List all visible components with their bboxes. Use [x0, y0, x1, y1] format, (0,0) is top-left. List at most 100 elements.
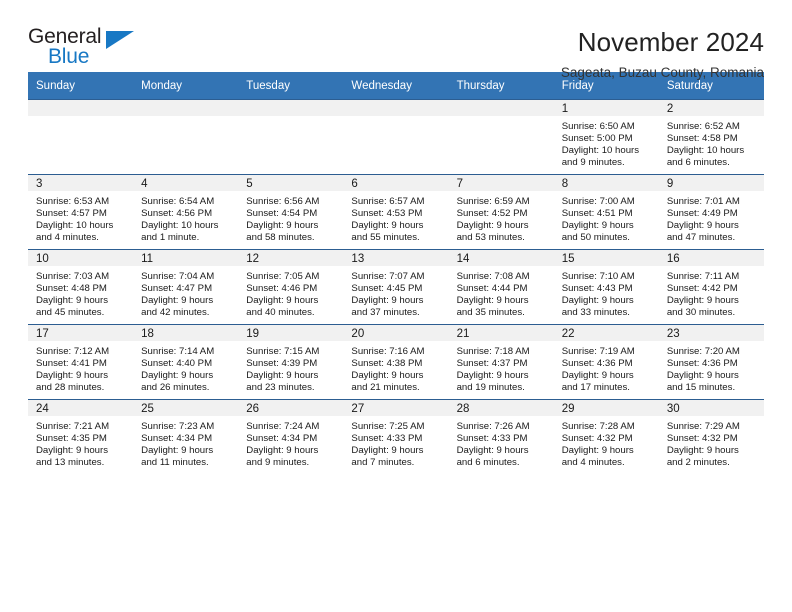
daylight-duration-line2: and 35 minutes. [456, 306, 525, 318]
calendar-day-cell[interactable]: 25 Sunrise: 7:23 AM Sunset: 4:34 PM Dayligh… [133, 399, 239, 474]
daylight-duration-line1: Daylight: 9 hours [36, 444, 108, 456]
day-details: Sunrise: 6:52 AM Sunset: 4:58 PM Daylight:… [659, 116, 764, 169]
sunrise-time: Sunrise: 7:07 AM [351, 271, 425, 282]
calendar-day-cell[interactable]: 4 Sunrise: 6:54 AM Sunset: 4:56 PM Daylight… [133, 174, 239, 250]
sunrise-time: Sunrise: 7:12 AM [36, 346, 110, 357]
day-number: 23 [658, 325, 764, 341]
calendar-day-cell[interactable]: 29 Sunrise: 7:28 AM Sunset: 4:32 PM Dayligh… [553, 399, 659, 474]
page-header: General Blue November 2024 Sageata, Buza… [28, 0, 764, 80]
day-number: 21 [448, 325, 554, 341]
day-number: 27 [343, 400, 449, 416]
calendar-day-cell[interactable]: 8 Sunrise: 7:00 AM Sunset: 4:51 PM Daylight… [553, 174, 659, 250]
day-number: 8 [553, 175, 659, 191]
daylight-duration-line2: and 47 minutes. [666, 231, 736, 243]
calendar-day-cell[interactable]: 23 Sunrise: 7:20 AM Sunset: 4:36 PM Dayligh… [658, 324, 764, 400]
calendar-day-cell[interactable]: 11 Sunrise: 7:04 AM Sunset: 4:47 PM Dayligh… [133, 249, 239, 325]
day-number: 25 [133, 400, 239, 416]
sunrise-time: Sunrise: 7:28 AM [561, 421, 635, 432]
sunrise-time: Sunrise: 7:10 AM [561, 271, 635, 282]
day-number: 16 [658, 250, 764, 266]
day-details: Sunrise: 6:56 AM Sunset: 4:54 PM Daylight:… [238, 191, 343, 244]
daylight-duration-line1: Daylight: 9 hours [561, 369, 634, 381]
day-details: Sunrise: 7:11 AM Sunset: 4:42 PM Daylight:… [659, 266, 764, 319]
calendar-day-cell[interactable]: 9 Sunrise: 7:01 AM Sunset: 4:49 PM Daylight… [658, 174, 764, 250]
calendar-day-cell[interactable]: 1 Sunrise: 6:50 AM Sunset: 5:00 PM Daylight… [553, 99, 659, 175]
daylight-duration-line1: Daylight: 9 hours [561, 294, 634, 306]
sunrise-time: Sunrise: 7:18 AM [456, 346, 530, 357]
sunset-time: Sunset: 4:49 PM [666, 207, 738, 219]
sunset-time: Sunset: 4:42 PM [666, 282, 738, 294]
daylight-duration-line1: Daylight: 9 hours [666, 369, 739, 381]
calendar-day-cell[interactable]: 5 Sunrise: 6:56 AM Sunset: 4:54 PM Daylight… [238, 174, 344, 250]
day-number: 24 [28, 400, 134, 416]
day-number: 10 [28, 250, 134, 266]
day-number: 14 [448, 250, 554, 266]
calendar-day-cell[interactable]: 26 Sunrise: 7:24 AM Sunset: 4:34 PM Dayligh… [238, 399, 344, 474]
daylight-duration-line2: and 19 minutes. [456, 381, 525, 393]
daylight-duration-line1: Daylight: 9 hours [456, 369, 529, 381]
sunrise-time: Sunrise: 7:23 AM [141, 421, 215, 432]
sunrise-time: Sunrise: 7:08 AM [456, 271, 530, 282]
day-number: 7 [448, 175, 554, 191]
calendar-day-cell[interactable]: 18 Sunrise: 7:14 AM Sunset: 4:40 PM Dayligh… [133, 324, 239, 400]
calendar-page: General Blue November 2024 Sageata, Buza… [0, 0, 792, 612]
calendar-day-cell[interactable]: 2 Sunrise: 6:52 AM Sunset: 4:58 PM Daylight… [658, 99, 764, 175]
logo-text-general: General [28, 25, 102, 48]
daylight-duration-line1: Daylight: 9 hours [141, 369, 214, 381]
sunset-time: Sunset: 4:32 PM [561, 432, 633, 444]
weekday-header-wednesday: Wednesday [343, 72, 449, 100]
day-details: Sunrise: 7:05 AM Sunset: 4:46 PM Daylight:… [238, 266, 343, 319]
calendar-cell-empty [343, 99, 449, 175]
calendar-day-cell[interactable]: 30 Sunrise: 7:29 AM Sunset: 4:32 PM Dayligh… [658, 399, 764, 474]
daylight-duration-line2: and 53 minutes. [456, 231, 525, 243]
sunrise-time: Sunrise: 6:54 AM [141, 196, 215, 207]
sunset-time: Sunset: 4:56 PM [141, 207, 213, 219]
sunrise-time: Sunrise: 6:53 AM [36, 196, 110, 207]
calendar-day-cell[interactable]: 27 Sunrise: 7:25 AM Sunset: 4:33 PM Dayligh… [343, 399, 449, 474]
day-details: Sunrise: 7:04 AM Sunset: 4:47 PM Daylight:… [133, 266, 238, 319]
calendar-day-cell[interactable]: 28 Sunrise: 7:26 AM Sunset: 4:33 PM Dayligh… [448, 399, 554, 474]
sunset-time: Sunset: 4:34 PM [141, 432, 213, 444]
calendar-day-cell[interactable]: 10 Sunrise: 7:03 AM Sunset: 4:48 PM Dayligh… [28, 249, 134, 325]
day-details: Sunrise: 7:07 AM Sunset: 4:45 PM Daylight:… [343, 266, 448, 319]
day-number: 1 [553, 100, 659, 116]
daylight-duration-line1: Daylight: 9 hours [351, 219, 424, 231]
calendar-day-cell[interactable]: 7 Sunrise: 6:59 AM Sunset: 4:52 PM Daylight… [448, 174, 554, 250]
daylight-duration-line1: Daylight: 9 hours [246, 369, 319, 381]
day-details: Sunrise: 6:59 AM Sunset: 4:52 PM Daylight:… [449, 191, 554, 244]
day-number: 28 [448, 400, 554, 416]
calendar-day-cell[interactable]: 17 Sunrise: 7:12 AM Sunset: 4:41 PM Dayligh… [28, 324, 134, 400]
sunrise-time: Sunrise: 7:19 AM [561, 346, 635, 357]
daylight-duration-line1: Daylight: 9 hours [666, 294, 739, 306]
daylight-duration-line1: Daylight: 9 hours [246, 444, 319, 456]
day-number: 19 [238, 325, 344, 341]
calendar-day-cell[interactable]: 21 Sunrise: 7:18 AM Sunset: 4:37 PM Dayligh… [448, 324, 554, 400]
calendar-day-cell[interactable]: 24 Sunrise: 7:21 AM Sunset: 4:35 PM Dayligh… [28, 399, 134, 474]
sunset-time: Sunset: 4:37 PM [456, 357, 528, 369]
daylight-duration-line2: and 55 minutes. [351, 231, 420, 243]
daylight-duration-line2: and 6 minutes. [456, 456, 520, 468]
calendar-day-cell[interactable]: 16 Sunrise: 7:11 AM Sunset: 4:42 PM Dayligh… [658, 249, 764, 325]
day-number: 2 [658, 100, 764, 116]
calendar-day-cell[interactable]: 3 Sunrise: 6:53 AM Sunset: 4:57 PM Daylight… [28, 174, 134, 250]
sunrise-time: Sunrise: 7:05 AM [246, 271, 320, 282]
calendar-day-cell[interactable]: 15 Sunrise: 7:10 AM Sunset: 4:43 PM Dayligh… [553, 249, 659, 325]
general-blue-logo[interactable]: General Blue [28, 26, 148, 72]
sunrise-time: Sunrise: 7:01 AM [666, 196, 740, 207]
calendar-day-cell[interactable]: 14 Sunrise: 7:08 AM Sunset: 4:44 PM Dayligh… [448, 249, 554, 325]
calendar-day-cell[interactable]: 20 Sunrise: 7:16 AM Sunset: 4:38 PM Dayligh… [343, 324, 449, 400]
daylight-duration-line1: Daylight: 9 hours [666, 219, 739, 231]
sunrise-time: Sunrise: 6:50 AM [561, 121, 635, 132]
page-title: November 2024 [577, 27, 764, 57]
calendar-day-cell[interactable]: 19 Sunrise: 7:15 AM Sunset: 4:39 PM Dayligh… [238, 324, 344, 400]
day-number: 22 [553, 325, 659, 341]
calendar-day-cell[interactable]: 6 Sunrise: 6:57 AM Sunset: 4:53 PM Daylight… [343, 174, 449, 250]
calendar-day-cell[interactable]: 13 Sunrise: 7:07 AM Sunset: 4:45 PM Dayligh… [343, 249, 449, 325]
logo-text-blue: Blue [48, 45, 90, 68]
calendar-day-cell[interactable]: 12 Sunrise: 7:05 AM Sunset: 4:46 PM Dayligh… [238, 249, 344, 325]
daylight-duration-line1: Daylight: 9 hours [666, 444, 739, 456]
day-details: Sunrise: 7:00 AM Sunset: 4:51 PM Daylight:… [554, 191, 659, 244]
calendar-day-cell[interactable]: 22 Sunrise: 7:19 AM Sunset: 4:36 PM Dayligh… [553, 324, 659, 400]
calendar-cell-empty [28, 99, 134, 175]
daylight-duration-line1: Daylight: 9 hours [351, 294, 424, 306]
